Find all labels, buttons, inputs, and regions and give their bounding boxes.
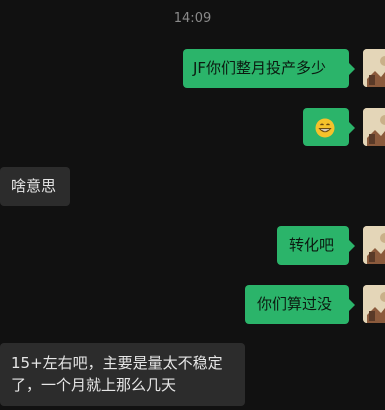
message-text: 15+左右吧，主要是量太不稳定了，一个月就上那么几天 [11,354,223,394]
avatar-image [363,226,385,264]
outgoing-message-bubble[interactable]: JF你们整月投产多少 [183,49,355,88]
user-avatar[interactable] [363,108,385,146]
avatar-image [363,108,385,146]
outgoing-message-bubble[interactable]: 转化吧 [277,226,355,265]
outgoing-emoji-bubble[interactable] [303,108,355,146]
message-text: 你们算过没 [257,295,333,313]
avatar-image [363,49,385,87]
incoming-message-bubble[interactable]: 啥意思 [0,167,70,206]
message-text: 啥意思 [11,177,57,195]
user-avatar[interactable] [363,226,385,264]
user-avatar[interactable] [363,285,385,323]
message-text: JF你们整月投产多少 [193,59,327,77]
user-avatar[interactable] [363,49,385,87]
outgoing-message-bubble[interactable]: 你们算过没 [245,285,355,324]
grinning-emoji-icon [315,118,335,137]
message-text: 转化吧 [289,236,335,254]
incoming-message-bubble[interactable]: 15+左右吧，主要是量太不稳定了，一个月就上那么几天 [0,343,245,406]
chat-window: 14:09 JF你们整月投产多少 啥意思 转化吧 你们算过没 15+左右吧，主要… [0,0,385,410]
avatar-image [363,285,385,323]
chat-timestamp: 14:09 [173,11,212,26]
